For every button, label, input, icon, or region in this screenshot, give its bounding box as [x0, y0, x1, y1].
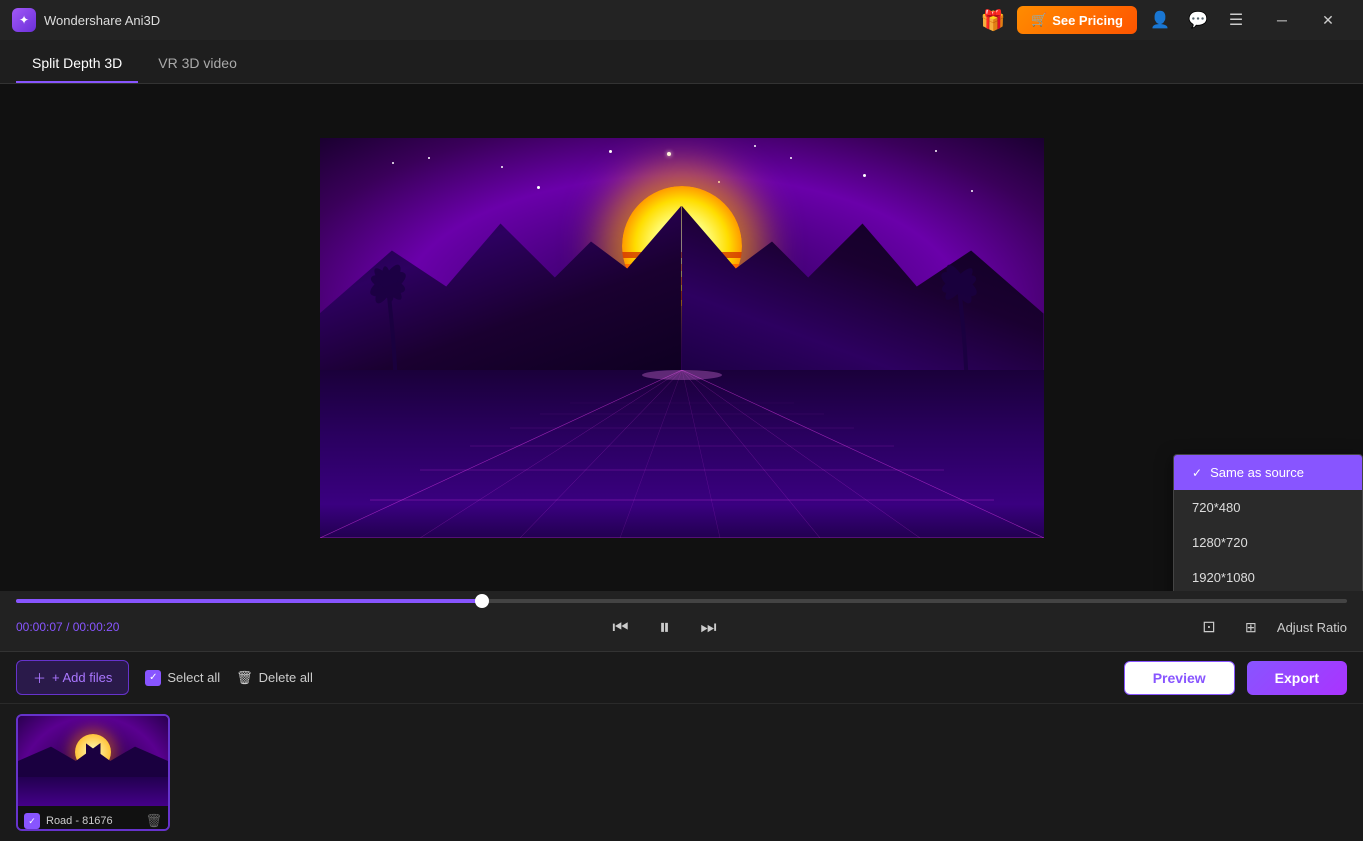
titlebar: ✦ Wondershare Ani3D 🎁 🛒 See Pricing 👤 💬 … [0, 0, 1363, 40]
video-frame [320, 138, 1044, 538]
select-all-checkbox-icon: ✓ [145, 670, 161, 686]
progress-track[interactable] [16, 599, 1347, 603]
gift-button[interactable]: 🎁 [977, 4, 1009, 36]
tab-vr-3d-video[interactable]: VR 3D video [142, 45, 253, 83]
account-button[interactable]: 👤 [1145, 5, 1175, 35]
export-button[interactable]: Export [1247, 661, 1347, 695]
files-list: ✓ Road - 81676 🗑 [0, 704, 1363, 841]
plus-icon: ＋ [33, 668, 46, 687]
skip-back-button[interactable]: ⏮ [604, 611, 636, 643]
pause-button[interactable]: ⏸ [648, 611, 680, 643]
close-button[interactable]: ✕ [1305, 4, 1351, 36]
progress-thumb[interactable] [475, 594, 489, 608]
progress-fill [16, 599, 482, 603]
see-pricing-button[interactable]: 🛒 See Pricing [1017, 6, 1137, 34]
file-thumbnail [18, 716, 168, 806]
preview-button[interactable]: Preview [1124, 661, 1235, 695]
playback-controls: ⏮ ⏸ ⏭ [144, 611, 1185, 643]
file-name: Road - 81676 [46, 815, 139, 827]
menu-button[interactable]: ☰ [1221, 5, 1251, 35]
app-icon-symbol: ✦ [19, 13, 29, 27]
file-info: ✓ Road - 81676 🗑 [18, 806, 168, 831]
crop-button[interactable]: ⊡ [1193, 611, 1225, 643]
tabs-bar: Split Depth 3D VR 3D video [0, 40, 1363, 84]
thumb-floor [18, 777, 168, 806]
time-separator: / [66, 620, 73, 634]
palm-left [356, 246, 436, 386]
check-mark: ✓ [1192, 466, 1202, 480]
current-time: 00:00:07 [16, 620, 63, 634]
delete-icon: 🗑 [236, 670, 253, 686]
dropdown-item-720x480[interactable]: 720*480 [1174, 490, 1362, 525]
delete-all-button[interactable]: 🗑 Delete all [236, 670, 313, 686]
file-checkbox[interactable]: ✓ [24, 813, 40, 829]
video-area: ✓ Same as source 720*480 1280*720 1920*1… [0, 84, 1363, 591]
controls-row: 00:00:07 / 00:00:20 ⏮ ⏸ ⏭ ⊡ ⊞ Adjust Rat… [16, 607, 1347, 651]
aspect-ratio-button[interactable]: ⊞ [1235, 611, 1267, 643]
time-display: 00:00:07 / 00:00:20 [16, 620, 136, 634]
app-title: Wondershare Ani3D [44, 13, 977, 28]
window-controls: ─ ✕ [1259, 4, 1351, 36]
total-time: 00:00:20 [73, 620, 120, 634]
select-all-button[interactable]: ✓ Select all [145, 670, 220, 686]
adjust-ratio-button[interactable]: Adjust Ratio [1277, 620, 1347, 635]
app-icon: ✦ [12, 8, 36, 32]
dropdown-item-1280x720[interactable]: 1280*720 [1174, 525, 1362, 560]
video-scene [320, 138, 1044, 538]
add-files-button[interactable]: ＋ + Add files [16, 660, 129, 695]
title-actions: 🎁 🛒 See Pricing 👤 💬 ☰ [977, 4, 1251, 36]
bottom-panel: ＋ + Add files ✓ Select all 🗑 Delete all … [0, 651, 1363, 841]
grid-floor [320, 370, 1044, 538]
dropdown-item-same-as-source[interactable]: ✓ Same as source [1174, 455, 1362, 490]
palm-right [927, 246, 1007, 386]
action-buttons: Preview Export [1124, 661, 1347, 695]
support-button[interactable]: 💬 [1183, 5, 1213, 35]
grid-svg [320, 370, 1044, 538]
file-delete-button[interactable]: 🗑 [145, 813, 162, 829]
cart-icon: 🛒 [1031, 12, 1047, 28]
bottom-toolbar: ＋ + Add files ✓ Select all 🗑 Delete all … [0, 652, 1363, 704]
pricing-label: See Pricing [1052, 13, 1123, 28]
controls-bar: 00:00:07 / 00:00:20 ⏮ ⏸ ⏭ ⊡ ⊞ Adjust Rat… [0, 591, 1363, 651]
ratio-controls: ⊡ ⊞ Adjust Ratio [1193, 611, 1347, 643]
minimize-button[interactable]: ─ [1259, 4, 1305, 36]
file-item-road-81676[interactable]: ✓ Road - 81676 🗑 [16, 714, 170, 831]
resolution-dropdown[interactable]: ✓ Same as source 720*480 1280*720 1920*1… [1173, 454, 1363, 591]
dropdown-item-1920x1080[interactable]: 1920*1080 [1174, 560, 1362, 591]
tab-split-depth-3d[interactable]: Split Depth 3D [16, 45, 138, 83]
main-content: ✓ Same as source 720*480 1280*720 1920*1… [0, 84, 1363, 841]
skip-forward-button[interactable]: ⏭ [692, 611, 724, 643]
